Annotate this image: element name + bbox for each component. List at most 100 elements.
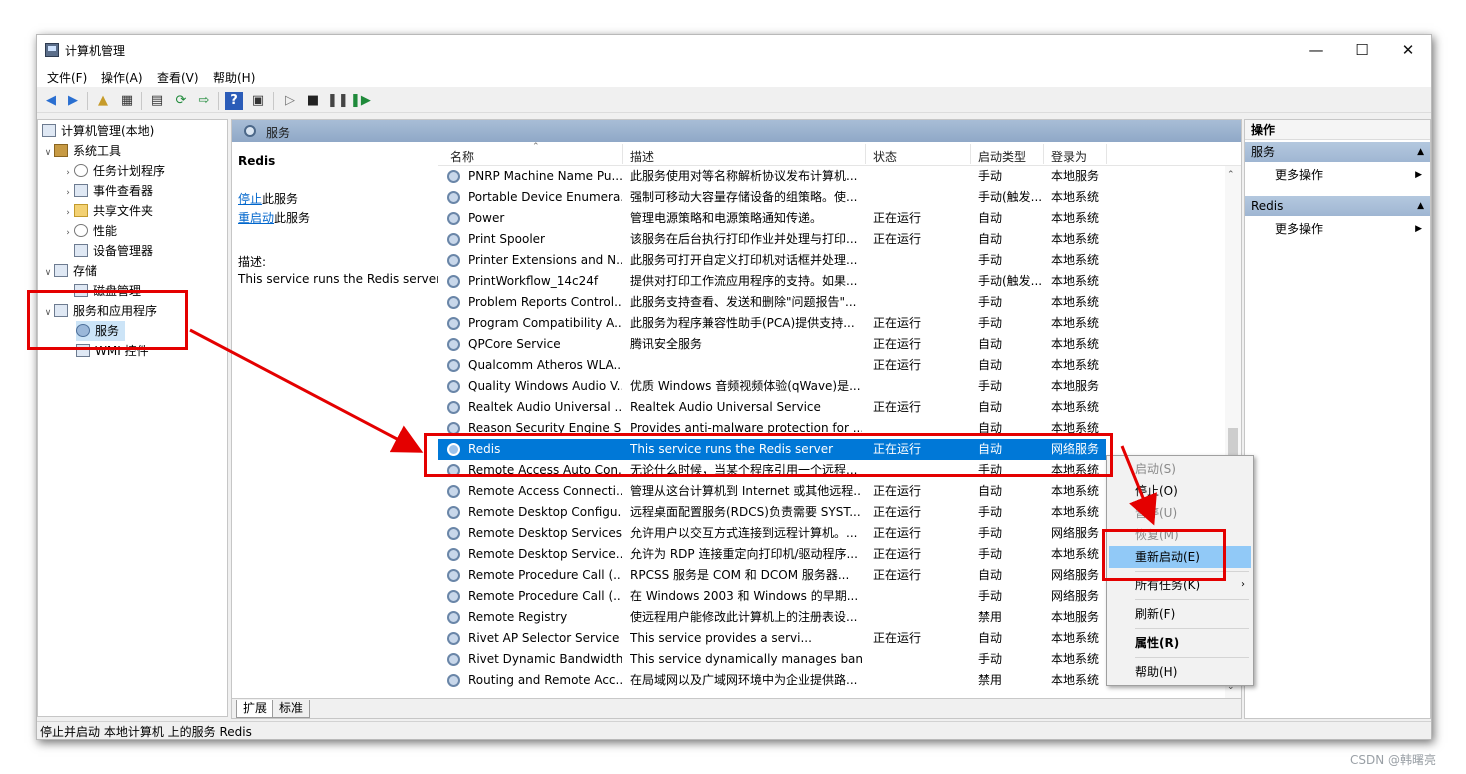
restart-service-link[interactable]: 重启动: [238, 211, 274, 225]
chevron-right-icon[interactable]: ›: [62, 203, 74, 223]
help-icon[interactable]: ?: [225, 92, 243, 110]
table-row[interactable]: Remote Desktop Service... 允许为 RDP 连接重定向打印…: [438, 544, 1106, 565]
table-row[interactable]: Qualcomm Atheros WLA... 正在运行 自动 本地系统: [438, 355, 1106, 376]
table-row[interactable]: Remote Registry 使远程用户能修改此计算机上的注册表设... 禁用 本地…: [438, 607, 1106, 628]
service-startup-type: 手动: [978, 169, 1003, 183]
menu-view[interactable]: 查看(V): [157, 69, 199, 86]
table-row[interactable]: Rivet Dynamic Bandwidth... This service d…: [438, 649, 1106, 670]
service-gear-icon: [447, 506, 460, 519]
tree-storage[interactable]: ∨ 存储: [42, 261, 97, 281]
minimize-button[interactable]: —: [1293, 35, 1339, 65]
chevron-right-icon[interactable]: ›: [62, 163, 74, 183]
actions-section-redis[interactable]: Redis ▲: [1245, 196, 1430, 216]
disk-icon: [74, 284, 88, 297]
tree-root[interactable]: 计算机管理(本地): [42, 121, 154, 141]
up-folder-icon[interactable]: ▲: [94, 92, 112, 110]
table-row[interactable]: Remote Access Connecti... 管理从这台计算机到 Inter…: [438, 481, 1106, 502]
tree-event-viewer[interactable]: › 事件查看器: [62, 181, 153, 201]
table-row[interactable]: Print Spooler 该服务在后台执行打印作业并处理与打印... 正在运行 自动…: [438, 229, 1106, 250]
chevron-down-icon[interactable]: ∨: [42, 143, 54, 163]
menu-refresh[interactable]: 刷新(F): [1109, 603, 1251, 625]
redis-more-actions[interactable]: 更多操作 ▶: [1245, 218, 1430, 240]
collapse-icon[interactable]: ▲: [1417, 196, 1424, 216]
table-row[interactable]: Remote Procedure Call (... RPCSS 服务是 COM …: [438, 565, 1106, 586]
table-row[interactable]: PNRP Machine Name Pu... 此服务使用对等名称解析协议发布计算…: [438, 166, 1106, 187]
maximize-button[interactable]: ☐: [1339, 35, 1385, 65]
table-row[interactable]: QPCore Service 腾讯安全服务 正在运行 自动 本地系统: [438, 334, 1106, 355]
service-description: 无论什么时候，当某个程序引用一个远程...: [630, 463, 858, 477]
menu-resume[interactable]: 恢复(M): [1109, 524, 1251, 546]
menu-restart[interactable]: 重新启动(E): [1109, 546, 1251, 568]
pause-service-icon[interactable]: ❚❚: [327, 92, 349, 110]
export-icon[interactable]: ⇨: [195, 92, 213, 110]
service-startup-type: 自动: [978, 337, 1003, 351]
table-row[interactable]: Realtek Audio Universal ... Realtek Audio…: [438, 397, 1106, 418]
column-status[interactable]: 状态: [873, 148, 897, 165]
table-row[interactable]: Remote Desktop Services 允许用户以交互方式连接到远程计算机…: [438, 523, 1106, 544]
table-row[interactable]: Redis This service runs the Redis server 正…: [438, 439, 1106, 460]
menu-stop[interactable]: 停止(O): [1109, 480, 1251, 502]
table-row[interactable]: Routing and Remote Acc... 在局域网以及广域网环境中为企业…: [438, 670, 1106, 691]
column-log-on-as[interactable]: 登录为: [1051, 148, 1087, 165]
table-row[interactable]: Quality Windows Audio V... 优质 Windows 音频视…: [438, 376, 1106, 397]
service-status: 正在运行: [873, 211, 922, 225]
scroll-up-icon[interactable]: ⌃: [1227, 170, 1235, 180]
tree-system-tools[interactable]: ∨ 系统工具: [42, 141, 121, 161]
menu-properties[interactable]: 属性(R): [1109, 632, 1251, 654]
tree-wmi-control[interactable]: WMI 控件: [76, 341, 149, 361]
table-row[interactable]: Problem Reports Control... 此服务支持查看、发送和删除"…: [438, 292, 1106, 313]
show-hide-tree-icon[interactable]: ▦: [118, 92, 136, 110]
chevron-right-icon[interactable]: ›: [62, 223, 74, 243]
table-row[interactable]: Program Compatibility A... 此服务为程序兼容性助手(PC…: [438, 313, 1106, 334]
service-description: 提供对打印工作流应用程序的支持。如果...: [630, 274, 858, 288]
column-startup-type[interactable]: 启动类型: [978, 148, 1026, 165]
stop-service-link[interactable]: 停止: [238, 192, 262, 206]
actions-section-services[interactable]: 服务 ▲: [1245, 142, 1430, 162]
table-row[interactable]: Remote Access Auto Con... 无论什么时候，当某个程序引用一…: [438, 460, 1106, 481]
menu-help[interactable]: 帮助(H): [213, 69, 255, 86]
chevron-down-icon[interactable]: ∨: [42, 263, 54, 283]
stop-service-icon[interactable]: ■: [304, 92, 322, 110]
properties-icon[interactable]: ▤: [148, 92, 166, 110]
menu-file[interactable]: 文件(F): [47, 69, 87, 86]
service-gear-icon: [447, 590, 460, 603]
refresh-icon[interactable]: ⟳: [172, 92, 190, 110]
table-row[interactable]: Power 管理电源策略和电源策略通知传递。 正在运行 自动 本地系统: [438, 208, 1106, 229]
chevron-right-icon[interactable]: ›: [62, 183, 74, 203]
tab-standard[interactable]: 标准: [272, 700, 311, 718]
menu-all-tasks[interactable]: 所有任务(K) ›: [1109, 574, 1251, 596]
forward-icon[interactable]: ▶: [64, 92, 82, 110]
column-description[interactable]: 描述: [630, 148, 654, 165]
menu-start[interactable]: 启动(S): [1109, 458, 1251, 480]
tree-services[interactable]: 服务: [76, 321, 126, 341]
table-row[interactable]: Printer Extensions and N... 此服务可打开自定义打印机对…: [438, 250, 1106, 271]
service-name: Remote Procedure Call (...: [468, 568, 622, 582]
menu-pause[interactable]: 暂停(U): [1109, 502, 1251, 524]
tree-performance[interactable]: › 性能: [62, 221, 117, 241]
tree-shared-folders[interactable]: › 共享文件夹: [62, 201, 153, 221]
service-startup-type: 手动: [978, 295, 1003, 309]
tree-services-apps[interactable]: ∨ 服务和应用程序: [42, 301, 157, 321]
tree-device-manager[interactable]: 设备管理器: [74, 241, 153, 261]
back-icon[interactable]: ◀: [42, 92, 60, 110]
close-button[interactable]: ✕: [1385, 35, 1431, 65]
start-service-icon[interactable]: ▷: [281, 92, 299, 110]
table-row[interactable]: Remote Procedure Call (... 在 Windows 2003…: [438, 586, 1106, 607]
tab-extended[interactable]: 扩展: [236, 700, 275, 718]
menu-action[interactable]: 操作(A): [101, 69, 143, 86]
chevron-down-icon[interactable]: ∨: [42, 303, 54, 323]
menu-help[interactable]: 帮助(H): [1109, 661, 1251, 683]
console-icon[interactable]: ▣: [249, 92, 267, 110]
column-name[interactable]: 名称: [450, 148, 474, 165]
tree-disk-management[interactable]: 磁盘管理: [74, 281, 141, 301]
service-startup-type: 自动: [978, 631, 1003, 645]
table-row[interactable]: PrintWorkflow_14c24f 提供对打印工作流应用程序的支持。如果..…: [438, 271, 1106, 292]
tree-task-scheduler[interactable]: › 任务计划程序: [62, 161, 165, 181]
table-row[interactable]: Portable Device Enumera... 强制可移动大容量存储设备的组…: [438, 187, 1106, 208]
table-row[interactable]: Rivet AP Selector Service This service pr…: [438, 628, 1106, 649]
table-row[interactable]: Reason Security Engine S... Provides anti…: [438, 418, 1106, 439]
services-more-actions[interactable]: 更多操作 ▶: [1245, 164, 1430, 186]
table-row[interactable]: Remote Desktop Configu... 远程桌面配置服务(RDCS)负…: [438, 502, 1106, 523]
restart-service-icon[interactable]: ❚▶: [350, 92, 371, 110]
collapse-icon[interactable]: ▲: [1417, 142, 1424, 162]
